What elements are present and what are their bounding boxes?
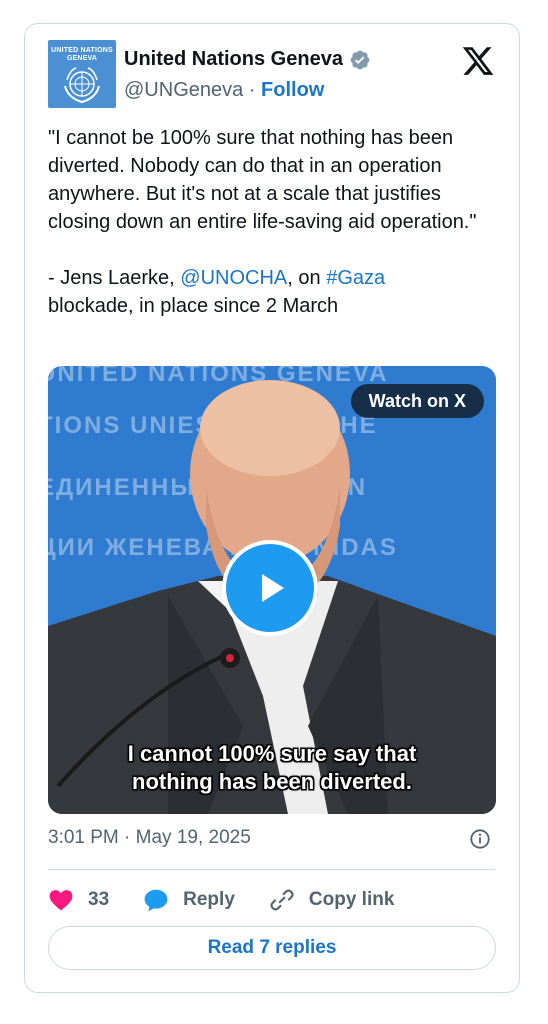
- mention-link[interactable]: @UNOCHA: [180, 267, 287, 289]
- watch-on-x-button[interactable]: Watch on X: [350, 384, 484, 418]
- avatar-text-line1: UNITED NATIONS: [51, 47, 113, 54]
- avatar-text: UNITED NATIONS GENEVA: [48, 47, 116, 63]
- attribution-mid: , on: [287, 267, 327, 289]
- name-row: United Nations Geneva: [124, 48, 371, 71]
- attribution-suffix: blockade, in place since 2 March: [48, 295, 339, 317]
- video-caption: I cannot 100% sure say that nothing has …: [127, 741, 417, 794]
- attribution-prefix: - Jens Laerke,: [48, 267, 181, 289]
- divider: [48, 869, 495, 870]
- heart-icon: [49, 890, 73, 911]
- follow-button[interactable]: Follow: [261, 79, 324, 101]
- hashtag-link[interactable]: #Gaza: [326, 267, 385, 289]
- action-bar: 33 Reply Copy link: [48, 882, 428, 918]
- tweet-timestamp[interactable]: 3:01 PM · May 19, 2025: [48, 827, 251, 849]
- info-icon[interactable]: [469, 828, 491, 850]
- x-logo-icon[interactable]: [461, 44, 495, 78]
- tweet-header: UNITED NATIONS GENEVA United Nations Gen…: [48, 40, 499, 110]
- read-replies-button[interactable]: Read 7 replies: [48, 926, 496, 970]
- copy-link-label: Copy link: [308, 889, 395, 910]
- tweet-text: "I cannot be 100% sure that nothing has …: [48, 124, 498, 320]
- like-button[interactable]: 33: [48, 887, 109, 913]
- copy-link-button[interactable]: Copy link: [269, 887, 395, 913]
- avatar[interactable]: UNITED NATIONS GENEVA: [48, 40, 116, 108]
- account-handle[interactable]: @UNGeneva: [124, 79, 243, 101]
- reply-button[interactable]: Reply: [143, 887, 235, 913]
- tweet-quote: "I cannot be 100% sure that nothing has …: [48, 127, 477, 233]
- handle-separator: ·: [248, 79, 256, 101]
- tweet-card: UNITED NATIONS GENEVA United Nations Gen…: [24, 23, 520, 993]
- play-button[interactable]: [222, 540, 318, 636]
- reply-bubble-icon: [144, 889, 168, 912]
- link-icon: [270, 889, 294, 911]
- like-count: 33: [88, 889, 110, 910]
- video-player[interactable]: UNITED NATIONS GENEVA TIONS UNIES ОБЪЕДИ…: [48, 366, 496, 814]
- handle-row: @UNGeneva · Follow: [124, 79, 324, 102]
- account-name[interactable]: United Nations Geneva: [124, 48, 343, 71]
- avatar-text-line2: GENEVA: [66, 55, 98, 62]
- un-emblem-icon: [64, 67, 100, 104]
- play-icon: [262, 574, 284, 602]
- verified-badge-icon: [350, 50, 370, 69]
- reply-label: Reply: [183, 889, 235, 910]
